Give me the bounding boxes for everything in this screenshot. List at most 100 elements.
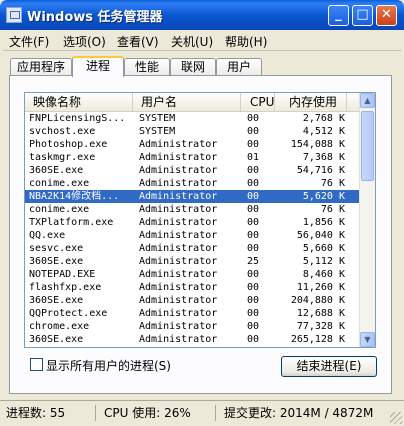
status-cpu-usage: CPU 使用: 26% xyxy=(100,405,216,421)
cell-cpu: 00 xyxy=(247,191,260,202)
tab-users[interactable]: 用户 xyxy=(216,58,262,76)
cell-image-name: 360SE.exe xyxy=(29,165,84,176)
cell-image-name: NBA2K14修改档... xyxy=(29,191,120,202)
cell-user-name: Administrator xyxy=(139,269,218,280)
cell-cpu: 00 xyxy=(247,139,260,150)
cell-cpu: 00 xyxy=(247,282,260,293)
cell-memory: 154,088 K xyxy=(290,139,345,150)
cell-memory: 56,040 K xyxy=(296,230,345,241)
close-button[interactable]: ✕ xyxy=(376,5,397,26)
minimize-button[interactable]: _ xyxy=(328,5,349,26)
table-row[interactable]: flashfxp.exe Administrator 00 11,260 K xyxy=(25,281,361,294)
cell-user-name: Administrator xyxy=(139,334,218,345)
cell-memory: 77,328 K xyxy=(296,321,345,332)
menu-shutdown[interactable]: 关机(U) xyxy=(171,33,213,50)
menu-help[interactable]: 帮助(H) xyxy=(225,33,267,50)
cell-memory: 54,716 K xyxy=(296,165,345,176)
cell-memory: 4,512 K xyxy=(302,126,345,137)
title-bar[interactable]: Windows 任务管理器 _ □ ✕ xyxy=(0,0,404,30)
cell-user-name: Administrator xyxy=(139,243,218,254)
cell-cpu: 00 xyxy=(247,204,260,215)
tab-processes[interactable]: 进程 xyxy=(72,56,124,77)
cell-user-name: Administrator xyxy=(139,321,218,332)
show-all-users-checkbox[interactable] xyxy=(30,358,43,371)
scroll-up-arrow-icon[interactable]: ▲ xyxy=(360,93,375,108)
cell-memory: 8,460 K xyxy=(302,269,345,280)
table-row[interactable]: 360SE.exe Administrator 00 54,716 K xyxy=(25,164,361,177)
table-row[interactable]: 360SE.exe Administrator 25 5,112 K xyxy=(25,255,361,268)
tab-performance[interactable]: 性能 xyxy=(124,58,170,76)
cell-memory: 204,880 K xyxy=(290,295,345,306)
cell-image-name: chrome.exe xyxy=(29,321,90,332)
cell-cpu: 25 xyxy=(247,256,260,267)
cell-user-name: Administrator xyxy=(139,165,218,176)
cell-image-name: FNPLicensingS... xyxy=(29,113,126,124)
table-row[interactable]: chrome.exe Administrator 00 77,328 K xyxy=(25,320,361,333)
table-row[interactable]: Photoshop.exe Administrator 00 154,088 K xyxy=(25,138,361,151)
table-row[interactable]: 360SE.exe Administrator 00 265,128 K xyxy=(25,333,361,346)
table-row[interactable]: FNPLicensingS... SYSTEM 00 2,768 K xyxy=(25,112,361,125)
column-memory[interactable]: 内存使用 xyxy=(275,93,347,111)
cell-memory: 5,660 K xyxy=(302,243,345,254)
cell-cpu: 01 xyxy=(247,152,260,163)
table-row[interactable]: 360SE.exe Administrator 00 204,880 K xyxy=(25,294,361,307)
maximize-button[interactable]: □ xyxy=(352,5,373,26)
process-list[interactable]: 映像名称 用户名 CPU 内存使用 FNPLicensingS... SYSTEM… xyxy=(24,92,376,348)
table-row[interactable]: conime.exe Administrator 00 76 K xyxy=(25,203,361,216)
table-row[interactable]: taskmgr.exe Administrator 01 7,368 K xyxy=(25,151,361,164)
vertical-scrollbar[interactable]: ▲ ▼ xyxy=(359,93,375,347)
table-row[interactable]: NBA2K14修改档... Administrator 00 5,620 K xyxy=(25,190,361,203)
cell-image-name: conime.exe xyxy=(29,178,90,189)
menu-view[interactable]: 查看(V) xyxy=(117,33,159,50)
cell-user-name: Administrator xyxy=(139,204,218,215)
cell-user-name: Administrator xyxy=(139,191,218,202)
cell-image-name: 360SE.exe xyxy=(29,295,84,306)
status-commit-charge: 提交更改: 2014M / 4872M xyxy=(224,406,374,420)
cell-user-name: Administrator xyxy=(139,282,218,293)
window-title: Windows 任务管理器 xyxy=(27,10,163,25)
cell-cpu: 00 xyxy=(247,113,260,124)
cell-image-name: svchost.exe xyxy=(29,126,96,137)
table-row[interactable]: NOTEPAD.EXE Administrator 00 8,460 K xyxy=(25,268,361,281)
tab-applications[interactable]: 应用程序 xyxy=(10,58,72,76)
scroll-down-arrow-icon[interactable]: ▼ xyxy=(360,332,375,347)
table-row[interactable]: conime.exe Administrator 00 76 K xyxy=(25,177,361,190)
cell-user-name: Administrator xyxy=(139,217,218,228)
task-manager-icon xyxy=(6,7,22,23)
cell-cpu: 00 xyxy=(247,243,260,254)
cell-user-name: Administrator xyxy=(139,178,218,189)
column-cpu[interactable]: CPU xyxy=(241,93,275,111)
tab-networking[interactable]: 联网 xyxy=(170,58,216,76)
cell-cpu: 00 xyxy=(247,308,260,319)
cell-image-name: sesvc.exe xyxy=(29,243,84,254)
column-header: 映像名称 用户名 CPU 内存使用 xyxy=(25,93,361,112)
scroll-thumb[interactable] xyxy=(361,111,374,181)
menu-bar: 文件(F) 选项(O) 查看(V) 关机(U) 帮助(H) xyxy=(3,30,401,51)
cell-image-name: 360SE.exe xyxy=(29,334,84,345)
cell-image-name: QQ.exe xyxy=(29,230,66,241)
column-user-name[interactable]: 用户名 xyxy=(133,93,241,111)
cell-user-name: Administrator xyxy=(139,295,218,306)
end-process-button[interactable]: 结束进程(E) xyxy=(281,356,377,377)
cell-image-name: 360SE.exe xyxy=(29,256,84,267)
table-row[interactable]: TXPlatform.exe Administrator 00 1,856 K xyxy=(25,216,361,229)
cell-image-name: QQProtect.exe xyxy=(29,308,108,319)
cell-cpu: 00 xyxy=(247,126,260,137)
menu-file[interactable]: 文件(F) xyxy=(9,33,49,50)
cell-memory: 12,688 K xyxy=(296,308,345,319)
status-process-count: 进程数: 55 xyxy=(2,405,96,421)
resize-grip-icon[interactable] xyxy=(390,412,402,424)
cell-user-name: Administrator xyxy=(139,139,218,150)
table-row[interactable]: sesvc.exe Administrator 00 5,660 K xyxy=(25,242,361,255)
table-row[interactable]: QQ.exe Administrator 00 56,040 K xyxy=(25,229,361,242)
cell-memory: 76 K xyxy=(320,178,345,189)
cell-cpu: 00 xyxy=(247,334,260,345)
column-image-name[interactable]: 映像名称 xyxy=(25,93,133,111)
cell-image-name: taskmgr.exe xyxy=(29,152,96,163)
cell-memory: 7,368 K xyxy=(302,152,345,163)
menu-options[interactable]: 选项(O) xyxy=(63,33,106,50)
table-row[interactable]: QQProtect.exe Administrator 00 12,688 K xyxy=(25,307,361,320)
show-all-users-label[interactable]: 显示所有用户的进程(S) xyxy=(46,357,171,374)
cell-image-name: NOTEPAD.EXE xyxy=(29,269,96,280)
table-row[interactable]: svchost.exe SYSTEM 00 4,512 K xyxy=(25,125,361,138)
